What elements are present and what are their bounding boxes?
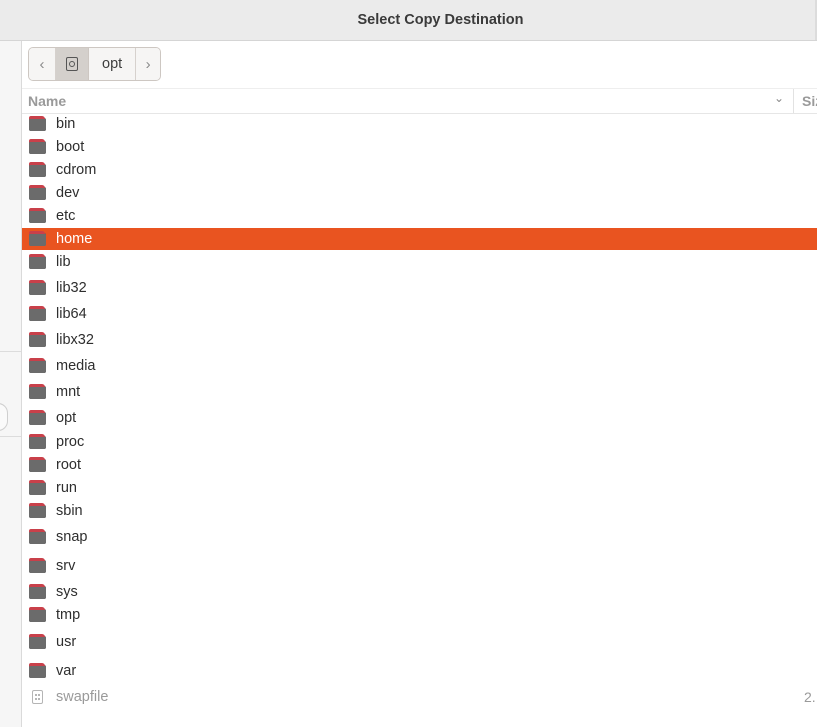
sidebar-divider: [0, 351, 21, 352]
title-bar: Select Copy Destination: [0, 0, 817, 41]
drive-icon: [66, 57, 78, 71]
folder-icon: [29, 184, 46, 200]
item-name: libx32: [56, 332, 94, 348]
item-name: usr: [56, 634, 77, 650]
folder-row[interactable]: sbin: [22, 500, 817, 522]
folder-row[interactable]: home: [22, 228, 817, 250]
folder-icon: [29, 253, 46, 269]
folder-row[interactable]: dev: [22, 182, 817, 204]
folder-row[interactable]: proc: [22, 431, 817, 453]
folder-icon: [29, 230, 46, 246]
folder-row[interactable]: opt: [22, 407, 817, 429]
folder-row[interactable]: mnt: [22, 381, 817, 403]
folder-icon: [29, 331, 46, 347]
path-forward-button[interactable]: ›: [136, 48, 161, 80]
sidebar-toggle-button[interactable]: [0, 403, 8, 431]
size-column-header[interactable]: Siz: [802, 93, 817, 109]
folder-icon: [29, 583, 46, 599]
folder-row[interactable]: var: [22, 660, 817, 682]
window-title: Select Copy Destination: [357, 12, 524, 28]
item-name: dev: [56, 185, 80, 201]
chevron-right-icon: ›: [145, 55, 151, 73]
folder-icon: [29, 606, 46, 622]
file-icon: [32, 690, 43, 704]
item-name: etc: [56, 208, 76, 224]
folder-icon: [29, 115, 46, 131]
folder-row[interactable]: lib: [22, 251, 817, 273]
folder-row[interactable]: root: [22, 454, 817, 476]
column-header: Name ⌄ Siz: [22, 88, 817, 114]
item-name: srv: [56, 558, 76, 574]
item-name: root: [56, 457, 81, 473]
item-name: sbin: [56, 503, 83, 519]
folder-row[interactable]: boot: [22, 136, 817, 158]
folder-icon: [29, 279, 46, 295]
folder-row[interactable]: lib64: [22, 303, 817, 325]
item-name: lib: [56, 254, 71, 270]
item-size: 2.: [804, 689, 816, 705]
folder-icon: [29, 207, 46, 223]
folder-icon: [29, 357, 46, 373]
folder-row[interactable]: sys: [22, 581, 817, 603]
folder-icon: [29, 633, 46, 649]
item-name: proc: [56, 434, 85, 450]
item-name: swapfile: [56, 689, 109, 705]
item-name: home: [56, 231, 93, 247]
item-name: cdrom: [56, 162, 97, 178]
item-name: snap: [56, 529, 88, 545]
folder-icon: [29, 383, 46, 399]
sidebar-divider: [0, 436, 21, 437]
folder-icon: [29, 305, 46, 321]
folder-icon: [29, 479, 46, 495]
folder-row[interactable]: run: [22, 477, 817, 499]
item-name: var: [56, 663, 77, 679]
item-name: mnt: [56, 384, 81, 400]
folder-row[interactable]: cdrom: [22, 159, 817, 181]
name-column-header[interactable]: Name: [28, 93, 66, 109]
file-row[interactable]: swapfile 2.: [22, 686, 817, 708]
path-root-button[interactable]: [56, 48, 89, 80]
sidebar: [0, 41, 22, 727]
folder-icon: [29, 433, 46, 449]
item-name: bin: [56, 116, 76, 132]
item-name: lib32: [56, 280, 87, 296]
folder-icon: [29, 502, 46, 518]
folder-row[interactable]: media: [22, 355, 817, 377]
folder-row[interactable]: libx32: [22, 329, 817, 351]
path-back-button[interactable]: ‹: [29, 48, 56, 80]
folder-row[interactable]: snap: [22, 526, 817, 548]
folder-row[interactable]: etc: [22, 205, 817, 227]
folder-icon: [29, 528, 46, 544]
item-name: boot: [56, 139, 85, 155]
folder-row[interactable]: tmp: [22, 604, 817, 626]
folder-icon: [29, 161, 46, 177]
item-name: sys: [56, 584, 78, 600]
path-bar: ‹ opt ›: [28, 47, 162, 81]
item-name: lib64: [56, 306, 87, 322]
folder-row[interactable]: srv: [22, 555, 817, 577]
item-name: media: [56, 358, 96, 374]
chevron-left-icon: ‹: [39, 55, 45, 73]
folder-icon: [29, 409, 46, 425]
folder-row[interactable]: bin: [22, 113, 817, 135]
folder-row[interactable]: usr: [22, 631, 817, 653]
folder-icon: [29, 662, 46, 678]
item-name: opt: [56, 410, 77, 426]
folder-icon: [29, 557, 46, 573]
item-name: tmp: [56, 607, 81, 623]
chevron-down-icon[interactable]: ⌄: [774, 91, 784, 105]
folder-icon: [29, 138, 46, 154]
folder-icon: [29, 456, 46, 472]
item-name: run: [56, 480, 77, 496]
column-divider[interactable]: [793, 89, 794, 113]
path-crumb-button[interactable]: opt: [89, 48, 137, 80]
folder-row[interactable]: lib32: [22, 277, 817, 299]
